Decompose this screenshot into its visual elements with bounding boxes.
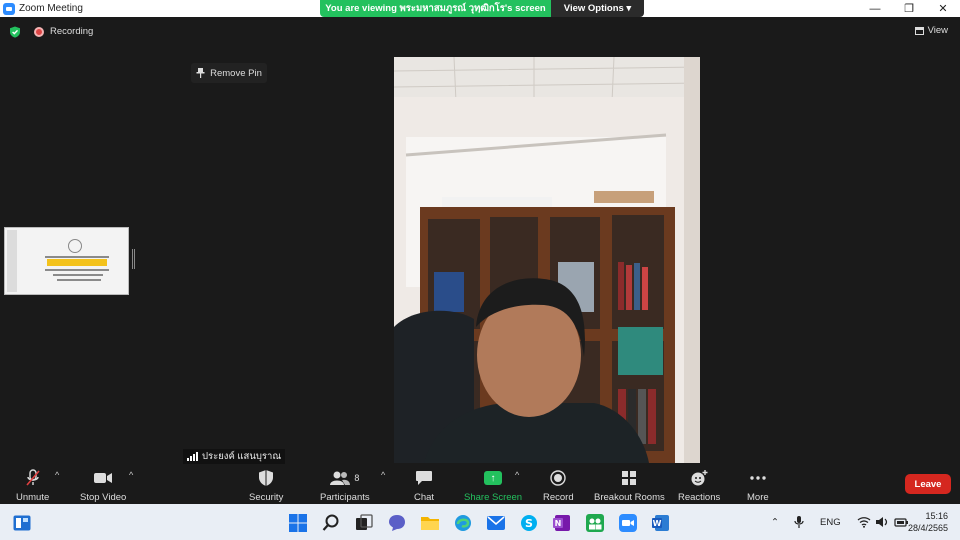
more-button[interactable]: More: [747, 468, 769, 503]
recording-dot-icon: [34, 26, 44, 37]
document-line: [57, 279, 101, 281]
participants-label: Participants: [320, 492, 370, 503]
file-explorer-icon[interactable]: [420, 513, 440, 533]
wifi-icon[interactable]: [857, 516, 871, 528]
view-label: View: [927, 25, 948, 36]
word-icon[interactable]: W: [651, 513, 671, 533]
start-windows-icon[interactable]: [288, 513, 308, 533]
search-icon[interactable]: [321, 513, 341, 533]
microphone-tray-icon[interactable]: [792, 515, 806, 529]
onenote-icon[interactable]: N: [552, 513, 572, 533]
share-screen-arrow-icon: ↑: [484, 471, 503, 485]
chat-bubble-icon: [416, 471, 433, 485]
thumbnail-resize-handle[interactable]: [132, 249, 135, 269]
meeting-toolbar: Unmute ^ Stop Video ^ Security 8 Partici…: [0, 464, 960, 504]
pin-icon: [196, 68, 205, 78]
reactions-label: Reactions: [678, 492, 721, 503]
view-button[interactable]: View: [914, 25, 948, 36]
reactions-smiley-icon: [691, 470, 708, 486]
document-line: [45, 256, 109, 258]
participants-count: 8: [354, 473, 360, 483]
shared-screen-thumbnail[interactable]: [4, 227, 129, 295]
security-label: Security: [249, 492, 284, 503]
zoom-window: Zoom Meeting — ❐ ✕ You are viewing พระมห…: [0, 0, 960, 540]
document-seal-icon: [68, 239, 82, 253]
minimize-button[interactable]: —: [858, 0, 892, 17]
volume-icon[interactable]: [875, 516, 889, 528]
show-hidden-icons-chevron-icon[interactable]: ⌃: [768, 517, 782, 528]
audio-options-caret[interactable]: ^: [55, 470, 59, 480]
recording-label: Recording: [50, 26, 94, 37]
system-clock[interactable]: 15:16 28/4/2565: [908, 510, 948, 534]
window-title: Zoom Meeting: [19, 3, 83, 14]
reactions-button[interactable]: Reactions: [678, 468, 720, 503]
participants-icon: [330, 471, 351, 485]
video-camera-icon: [94, 473, 113, 483]
input-language[interactable]: ENG: [820, 517, 841, 528]
viewing-screen-label: You are viewing พระมหาสมภูรณ์ วุทฺฒิกโร'…: [320, 0, 551, 17]
breakout-rooms-button[interactable]: Breakout Rooms: [594, 468, 665, 503]
chat-button[interactable]: Chat: [414, 468, 434, 503]
view-options-button[interactable]: View Options ▾: [551, 0, 644, 17]
zoom-taskbar-icon[interactable]: [618, 513, 638, 533]
contacts-app-icon[interactable]: [585, 513, 605, 533]
video-options-caret[interactable]: ^: [129, 470, 133, 480]
view-layout-icon: [914, 26, 924, 35]
more-label: More: [747, 492, 769, 503]
stop-video-button[interactable]: Stop Video: [80, 468, 126, 503]
participant-video-frame: [394, 57, 700, 463]
breakout-rooms-icon: [622, 471, 637, 485]
close-button[interactable]: ✕: [926, 0, 960, 17]
unmute-button[interactable]: Unmute: [16, 468, 49, 503]
record-icon: [550, 470, 567, 486]
document-line: [53, 274, 103, 276]
leave-meeting-button[interactable]: Leave: [905, 474, 951, 494]
security-button[interactable]: Security: [249, 468, 283, 503]
remove-pin-button[interactable]: Remove Pin: [191, 63, 267, 83]
participant-name: ประยงค์ แสนบุราณ: [202, 451, 282, 462]
share-screen-label: Share Screen: [464, 492, 523, 503]
participant-name-tag: ประยงค์ แสนบุราณ: [183, 449, 286, 464]
task-view-icon[interactable]: [354, 513, 374, 533]
svg-text:N: N: [555, 519, 562, 528]
clock-date: 28/4/2565: [907, 523, 948, 533]
remove-pin-label: Remove Pin: [210, 67, 262, 79]
svg-text:S: S: [525, 517, 533, 530]
encryption-shield-icon[interactable]: [9, 26, 21, 38]
battery-plug-icon[interactable]: [893, 516, 909, 528]
participants-options-caret[interactable]: ^: [381, 470, 385, 480]
recording-indicator[interactable]: Recording: [34, 26, 93, 37]
document-line: [45, 269, 109, 271]
clock-time: 15:16: [925, 511, 948, 521]
security-shield-icon: [259, 470, 274, 486]
document-highlight: [47, 259, 107, 266]
record-button[interactable]: Record: [543, 468, 574, 503]
restore-button[interactable]: ❐: [892, 0, 926, 17]
muted-microphone-icon: [26, 469, 40, 486]
stop-video-label: Stop Video: [80, 492, 127, 503]
edge-browser-icon[interactable]: [453, 513, 473, 533]
chat-label: Chat: [414, 492, 435, 503]
unmute-label: Unmute: [16, 492, 50, 503]
signal-bars-icon: [187, 452, 198, 461]
share-options-caret[interactable]: ^: [515, 470, 519, 480]
more-dots-icon: [750, 476, 766, 480]
pinned-participant-video[interactable]: [394, 57, 700, 463]
mail-icon[interactable]: [486, 513, 506, 533]
share-screen-button[interactable]: ↑ Share Screen: [464, 468, 522, 503]
breakout-rooms-label: Breakout Rooms: [594, 492, 665, 503]
widgets-icon[interactable]: [12, 513, 32, 533]
share-banner: You are viewing พระมหาสมภูรณ์ วุทฺฒิกโร'…: [320, 0, 644, 17]
zoom-app-icon: [3, 2, 15, 15]
thumbnail-page-panel: [7, 230, 17, 292]
system-tray: ⌃ ENG: [768, 504, 909, 540]
svg-text:W: W: [653, 519, 662, 528]
participants-button[interactable]: 8 Participants: [320, 468, 370, 503]
window-controls: — ❐ ✕: [858, 0, 960, 17]
teams-chat-icon[interactable]: [387, 513, 407, 533]
windows-taskbar: S N W ⌃ ENG 15:16 28/4/2565: [0, 504, 960, 540]
record-label: Record: [543, 492, 574, 503]
skype-icon[interactable]: S: [519, 513, 539, 533]
